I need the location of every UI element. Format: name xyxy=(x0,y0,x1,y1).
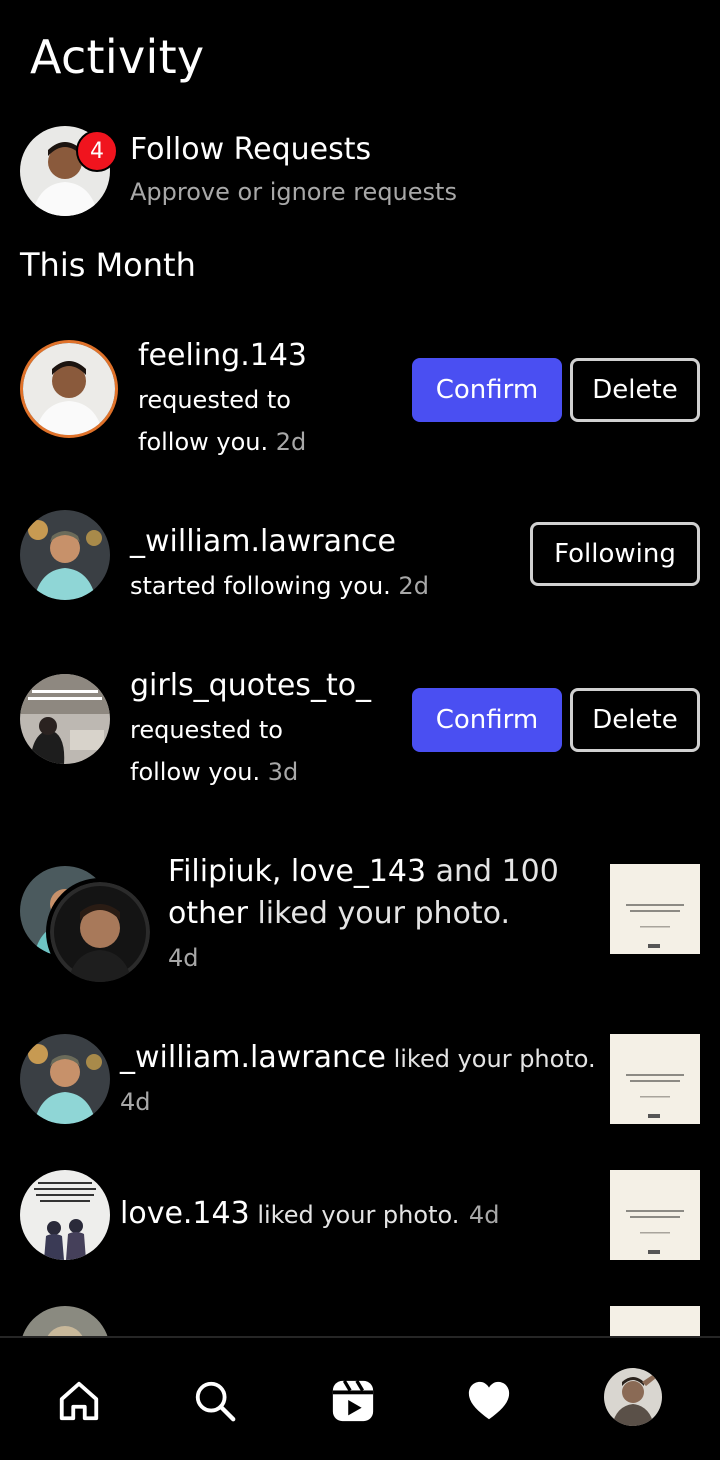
avatar-group-front[interactable] xyxy=(46,878,154,986)
profile-avatar[interactable] xyxy=(604,1368,662,1426)
confirm-button[interactable]: Confirm xyxy=(412,688,562,752)
timestamp: 4d xyxy=(168,944,199,972)
confirm-button[interactable]: Confirm xyxy=(412,358,562,422)
notification-text: requested to xyxy=(130,716,283,744)
timestamp: 2d xyxy=(398,572,429,600)
timestamp: 4d xyxy=(120,1088,151,1116)
reels-icon[interactable] xyxy=(330,1378,376,1424)
usernames[interactable]: Filipiuk, love_143 xyxy=(168,854,426,889)
section-title-this-month: This Month xyxy=(20,246,196,284)
avatar-girls-quotes[interactable] xyxy=(20,674,110,764)
page-title: Activity xyxy=(30,30,205,84)
follow-requests-badge: 4 xyxy=(76,130,118,172)
notification-text: follow you. xyxy=(130,758,261,786)
notification-text: liked your photo. xyxy=(247,896,510,931)
username[interactable]: _william.lawrance xyxy=(130,524,396,559)
notification-text: started following you. xyxy=(130,572,391,600)
delete-button[interactable]: Delete xyxy=(570,358,700,422)
post-thumbnail[interactable] xyxy=(610,1034,700,1124)
notification-text: follow you. xyxy=(138,428,269,456)
search-icon[interactable] xyxy=(192,1378,238,1424)
delete-button[interactable]: Delete xyxy=(570,688,700,752)
following-button[interactable]: Following xyxy=(530,522,700,586)
follow-requests-title[interactable]: Follow Requests xyxy=(130,132,371,167)
notification-text: requested to xyxy=(138,386,291,414)
post-thumbnail[interactable] xyxy=(610,1170,700,1260)
bottom-navigation xyxy=(0,1338,720,1460)
other-users[interactable]: other xyxy=(168,896,248,931)
timestamp: 3d xyxy=(267,758,299,786)
avatar-feeling-143[interactable] xyxy=(20,340,118,438)
username[interactable]: girls_quotes_to_ xyxy=(130,668,371,703)
heart-icon[interactable] xyxy=(466,1378,512,1424)
username[interactable]: _william.lawrance xyxy=(120,1040,386,1075)
notification-text: liked your photo. xyxy=(249,1201,460,1229)
avatar-william-lawrance[interactable] xyxy=(20,1034,110,1124)
username[interactable]: feeling.143 xyxy=(138,338,307,373)
timestamp: 4d xyxy=(468,1201,500,1229)
follow-requests-subtitle: Approve or ignore requests xyxy=(130,178,457,206)
username[interactable]: love.143 xyxy=(120,1196,250,1231)
avatar-love-143[interactable] xyxy=(20,1170,110,1260)
notification-text: liked your photo. xyxy=(385,1045,596,1073)
notification-text: and 100 xyxy=(426,854,559,889)
timestamp: 2d xyxy=(275,428,307,456)
avatar-william-lawrance[interactable] xyxy=(20,510,110,600)
post-thumbnail[interactable] xyxy=(610,864,700,954)
home-icon[interactable] xyxy=(56,1378,102,1424)
